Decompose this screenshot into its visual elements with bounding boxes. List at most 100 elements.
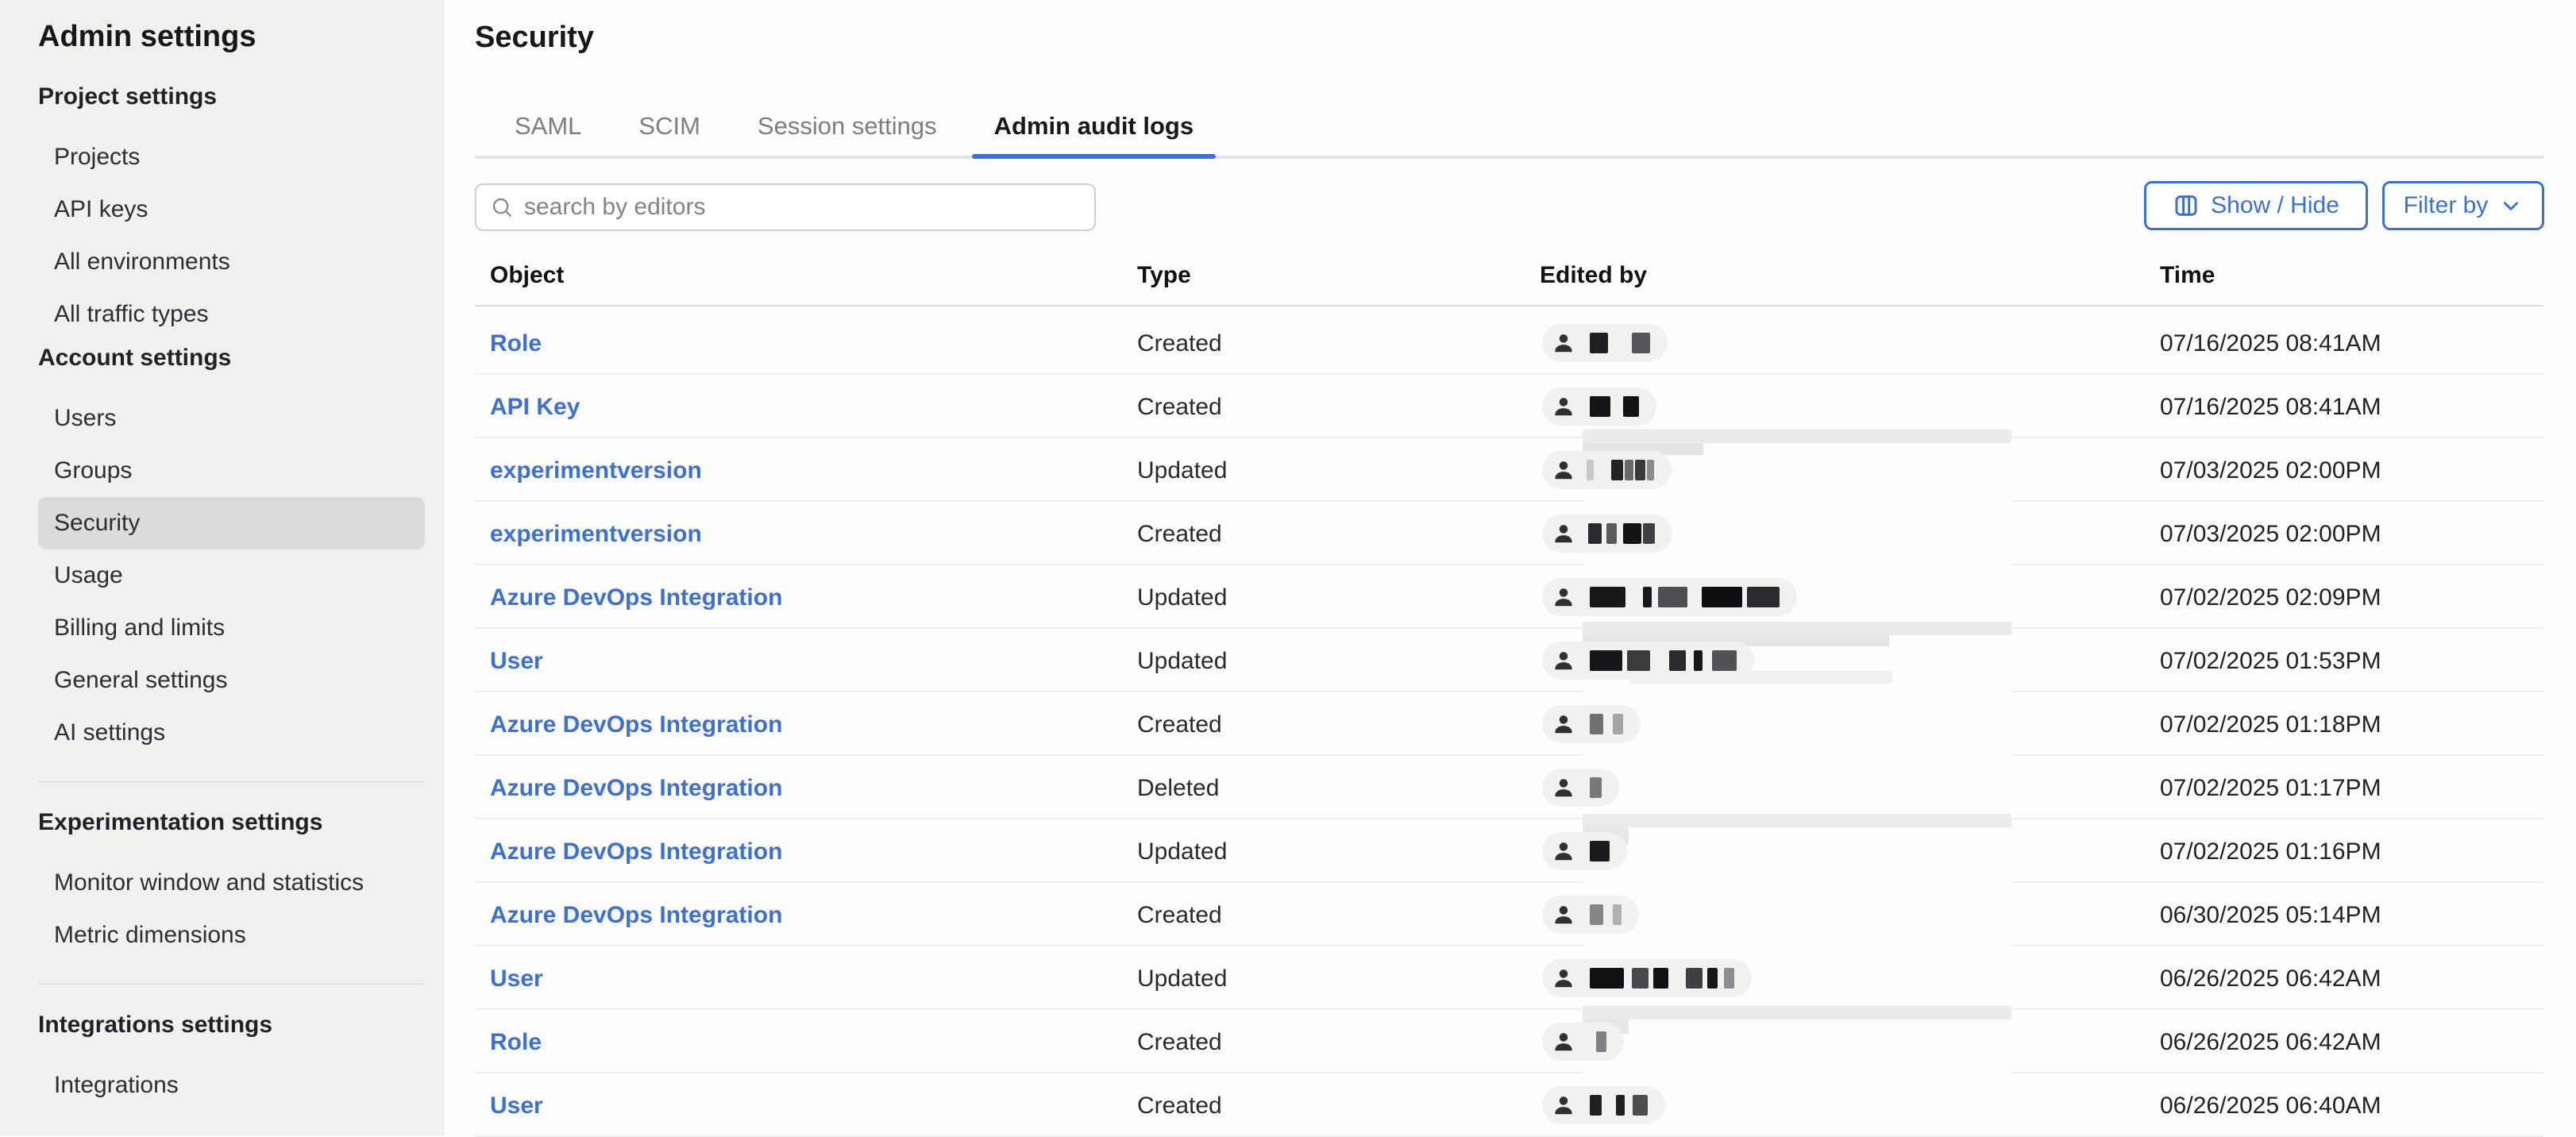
sidebar-item-integrations[interactable]: Integrations — [38, 1059, 425, 1112]
table-header-divider — [475, 305, 2543, 306]
table-row: experimentversionUpdated07/03/2025 02:00… — [475, 438, 2543, 502]
tab-saml[interactable]: SAML — [492, 95, 604, 157]
type-value: Created — [1137, 330, 1222, 357]
tab-session-settings[interactable]: Session settings — [735, 95, 959, 157]
type-value: Created — [1137, 394, 1222, 421]
table-row: User Updated 06/26/2025 06:42AM — [475, 946, 2543, 1010]
object-link[interactable]: experimentversion — [490, 457, 702, 484]
sidebar-section-account-settings: Account settings — [38, 344, 425, 372]
sidebar-item-general-settings[interactable]: General settings — [38, 654, 425, 707]
sidebar-item-security[interactable]: Security — [38, 497, 425, 549]
redacted-text-block — [1613, 904, 1622, 925]
sidebar-item-users[interactable]: Users — [38, 392, 425, 445]
redacted-text-block — [1653, 968, 1668, 989]
redacted-text-block — [1712, 650, 1737, 671]
redacted-text-block — [1635, 460, 1645, 480]
sidebar-item-metric-dimensions[interactable]: Metric dimensions — [38, 909, 425, 962]
sidebar-item-billing-and-limits[interactable]: Billing and limits — [38, 602, 425, 654]
sidebar-item-api-keys[interactable]: API keys — [38, 183, 425, 236]
filter-by-button[interactable]: Filter by — [2382, 181, 2544, 230]
sidebar-divider — [38, 781, 425, 782]
sidebar-item-usage[interactable]: Usage — [38, 549, 425, 602]
tab-admin-audit-logs[interactable]: Admin audit logs — [972, 95, 1216, 157]
time-value: 06/26/2025 06:42AM — [2160, 965, 2381, 992]
redacted-text-block — [1590, 841, 1610, 861]
object-link[interactable]: Role — [490, 1029, 542, 1056]
admin-settings-sidebar: Admin settings Project settingsProjectsA… — [0, 0, 445, 1135]
redacted-text-block — [1632, 333, 1650, 353]
table-row: Role Created 07/16/2025 08:41AM — [475, 311, 2543, 375]
redacted-text-block — [1590, 587, 1625, 607]
type-value: Created — [1137, 1093, 1222, 1120]
sidebar-item-groups[interactable]: Groups — [38, 445, 425, 497]
type-value: Created — [1137, 1029, 1222, 1056]
redacted-text-block — [1625, 460, 1633, 480]
table-row: Azure DevOps Integration Deleted 07/02/202… — [475, 756, 2543, 819]
object-link[interactable]: Role — [490, 330, 542, 357]
redacted-text-block — [1590, 904, 1603, 925]
person-icon — [1552, 1093, 1575, 1117]
sidebar-item-ai-settings[interactable]: AI settings — [38, 707, 425, 759]
time-value: 06/26/2025 06:40AM — [2160, 1093, 2381, 1120]
person-icon — [1552, 585, 1575, 609]
type-value: Deleted — [1137, 775, 1219, 802]
object-link[interactable]: Azure DevOps Integration — [490, 584, 782, 611]
show-hide-label: Show / Hide — [2211, 192, 2339, 219]
editor-redacted — [1542, 515, 1672, 553]
type-value: Updated — [1137, 965, 1227, 992]
object-link[interactable]: Azure DevOps Integration — [490, 902, 782, 929]
redacted-text-block — [1590, 1095, 1602, 1116]
object-link[interactable]: Azure DevOps Integration — [490, 711, 782, 738]
redacted-text-block — [1590, 777, 1602, 798]
search-editors-field[interactable] — [475, 183, 1096, 231]
time-value: 07/03/2025 02:00PM — [2160, 457, 2381, 484]
tab-scim[interactable]: SCIM — [616, 95, 723, 157]
redacted-text-block — [1590, 714, 1603, 734]
redacted-text-block — [1694, 650, 1703, 671]
person-icon — [1552, 839, 1575, 863]
redacted-text-block — [1627, 650, 1650, 671]
redacted-text-block — [1702, 587, 1742, 607]
table-header: ObjectTypeEdited byTime — [475, 262, 2543, 294]
object-link[interactable]: experimentversion — [490, 521, 702, 548]
type-value: Updated — [1137, 648, 1227, 675]
object-link[interactable]: User — [490, 648, 543, 675]
object-link[interactable]: User — [490, 965, 543, 992]
table-row: experimentversionCreated07/03/2025 02:00… — [475, 502, 2543, 565]
object-link[interactable]: Azure DevOps Integration — [490, 775, 782, 802]
table-row: Azure DevOps IntegrationUpdated07/02/202… — [475, 819, 2543, 883]
editor-redacted — [1542, 1086, 1665, 1124]
redacted-text-block — [1669, 650, 1686, 671]
redacted-text-block — [1596, 1031, 1606, 1052]
sidebar-divider — [38, 984, 425, 985]
column-header-object: Object — [490, 262, 564, 289]
sidebar-title: Admin settings — [38, 19, 425, 54]
object-link[interactable]: User — [490, 1093, 543, 1120]
search-input[interactable] — [523, 193, 1082, 222]
editor-redacted — [1542, 896, 1639, 934]
redacted-text-block — [1658, 587, 1687, 607]
show-hide-columns-button[interactable]: Show / Hide — [2144, 181, 2368, 230]
sidebar-item-all-environments[interactable]: All environments — [38, 236, 425, 288]
time-value: 07/02/2025 01:17PM — [2160, 775, 2381, 802]
editor-redacted — [1542, 832, 1627, 870]
redacted-text-block — [1724, 968, 1734, 989]
time-value: 06/26/2025 06:42AM — [2160, 1029, 2381, 1056]
redacted-text-block — [1606, 523, 1617, 544]
filter-by-label: Filter by — [2404, 192, 2489, 219]
time-value: 07/16/2025 08:41AM — [2160, 330, 2381, 357]
table-row: Azure DevOps IntegrationUpdated07/02/202… — [475, 565, 2543, 629]
sidebar-item-all-traffic-types[interactable]: All traffic types — [38, 288, 425, 341]
sidebar-item-projects[interactable]: Projects — [38, 131, 425, 183]
redacted-text-block — [1633, 1095, 1648, 1116]
person-icon — [1552, 331, 1575, 355]
object-link[interactable]: Azure DevOps Integration — [490, 838, 782, 865]
page-title: Security — [475, 21, 594, 55]
sidebar-item-monitor-window-and-statistics[interactable]: Monitor window and statistics — [38, 857, 425, 909]
object-link[interactable]: API Key — [490, 394, 580, 421]
type-value: Updated — [1137, 838, 1227, 865]
person-icon — [1552, 649, 1575, 673]
redacted-text-block — [1686, 968, 1703, 989]
editor-redacted — [1542, 1023, 1624, 1061]
time-value: 07/16/2025 08:41AM — [2160, 394, 2381, 421]
